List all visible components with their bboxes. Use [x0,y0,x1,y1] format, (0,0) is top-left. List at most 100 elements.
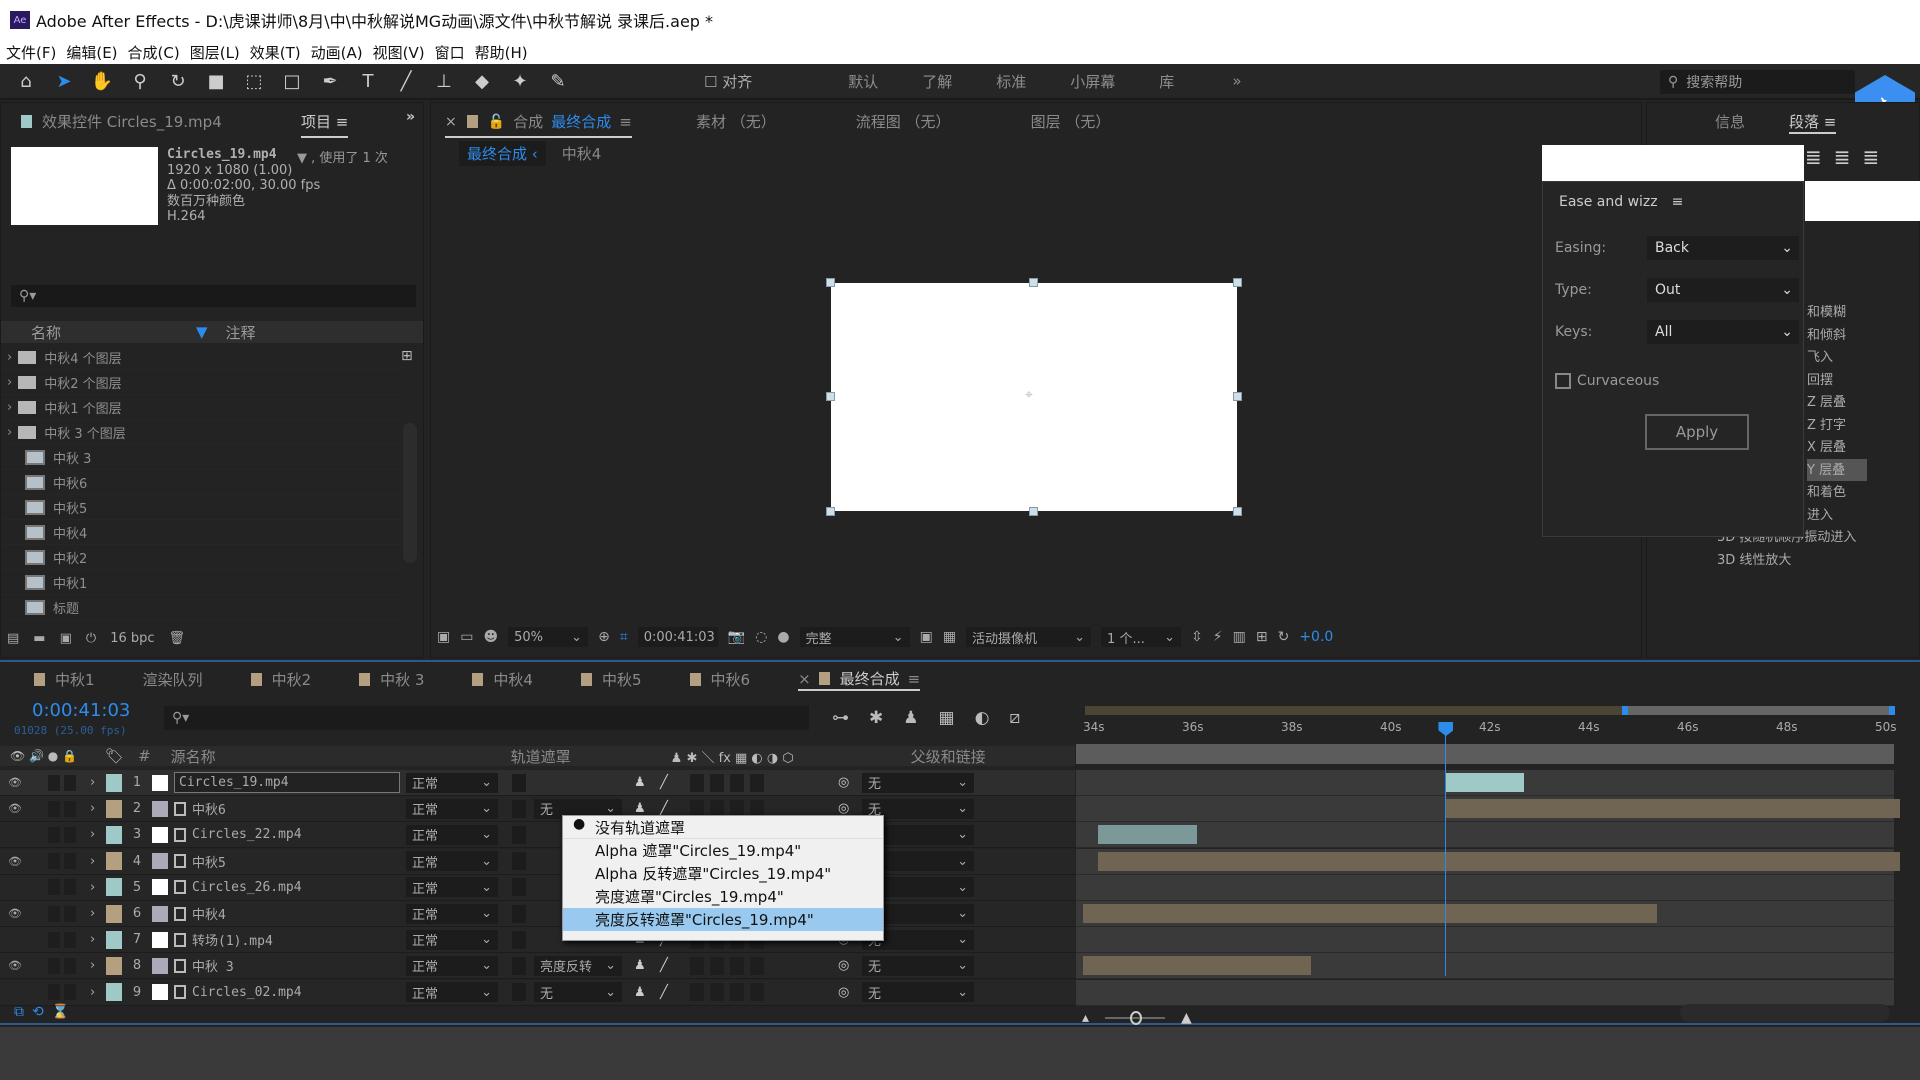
chevron-right-icon[interactable]: › [90,827,106,842]
time-ruler[interactable]: 34s 36s 38s 40s 42s 44s 46s 48s 50s [1076,718,1897,744]
transform-handle[interactable] [826,278,835,287]
matte-toggle[interactable] [512,904,526,923]
panel-overflow-icon[interactable]: » [406,109,415,125]
frame-blend-icon[interactable]: ▦ [939,708,955,728]
pick-whip-icon[interactable]: ◎ [838,775,862,790]
solo-switch[interactable] [48,931,60,948]
effect-preset-item[interactable]: 回摆 [1807,369,1920,392]
layer-name[interactable]: 中秋6 [192,799,400,818]
eraser-tool-icon[interactable]: ◆ [470,71,494,92]
project-item[interactable]: › 中秋4 个图层 [1,345,401,370]
lock-switch[interactable] [64,853,76,870]
mask-icon[interactable]: ☻ [483,629,498,645]
work-area-bar[interactable] [1076,744,1894,764]
project-item[interactable]: 中秋4 [1,520,401,545]
proxy-icon[interactable]: ⏻ [86,631,96,646]
comp-settings-icon[interactable]: ⧉ [14,1004,24,1020]
transform-handle[interactable] [1233,278,1242,287]
rectangle-tool-icon[interactable]: □ [280,71,304,92]
new-comp-icon[interactable]: ▣ [60,631,72,646]
transform-handle[interactable] [1029,278,1038,287]
column-name[interactable]: 名称 [31,322,196,343]
blend-mode-dropdown[interactable]: 正常 ⌄ [406,851,498,872]
project-item[interactable]: › 中秋 3 个图层 [1,420,401,445]
timeline-tab[interactable]: 中秋2 [250,669,311,690]
trash-icon[interactable]: 🗑 [169,631,186,646]
matte-toggle[interactable] [512,930,526,949]
composition-canvas[interactable]: ⌖ [826,278,1242,516]
lock-switch[interactable] [64,984,76,1001]
render-time-icon[interactable]: ⌛ [52,1004,69,1020]
matte-menu-item[interactable]: Alpha 遮罩"Circles_19.mp4" [563,839,883,862]
layer-name[interactable]: 中秋 3 [192,956,400,975]
show-snapshot-icon[interactable]: ◌ [755,629,767,645]
render-icon[interactable]: ⟲ [32,1004,44,1020]
pixel-aspect-icon[interactable]: ⇳ [1191,629,1203,645]
quality-switch-icon[interactable]: ╱ [660,985,690,1000]
pen-tool-icon[interactable]: ✒ [318,71,342,92]
transform-handle[interactable] [1233,392,1242,401]
eye-icon[interactable]: 👁 [0,959,30,972]
brush-tool-icon[interactable]: ╱ [394,71,418,92]
timeline-tab[interactable]: 中秋5 [580,669,642,690]
timeline-tab[interactable]: 渲染队列 [143,669,203,690]
blend-mode-dropdown[interactable]: 正常 ⌄ [406,824,498,845]
workspace-tab[interactable]: 标准 [996,71,1026,92]
chevron-right-icon[interactable]: › [90,906,106,921]
track-matte-dropdown[interactable]: 亮度反转 ⌄ [534,955,622,976]
lock-switch[interactable] [64,905,76,922]
quality-switch-icon[interactable]: ╱ [660,775,690,790]
lock-switch[interactable] [64,931,76,948]
chevron-right-icon[interactable]: › [90,985,106,1000]
keys-dropdown[interactable]: All ⌄ [1647,320,1799,344]
layer-duration-bar[interactable] [1445,773,1524,792]
workspace-tab[interactable]: 默认 [848,71,878,92]
project-item[interactable]: 中秋1 [1,570,401,595]
new-folder-icon[interactable]: ▬ [33,631,45,646]
transparency-grid-icon[interactable]: ▦ [943,629,956,645]
display-icon[interactable]: ▭ [460,629,473,645]
matte-toggle[interactable] [512,878,526,897]
layer-row[interactable]: ›7转场(1).mp4正常⌄⌄♟╱◎无⌄ [0,927,1075,954]
matte-toggle[interactable] [512,956,526,975]
solo-switch[interactable] [48,774,60,791]
blend-mode-dropdown[interactable]: 正常 ⌄ [406,877,498,898]
quality-switch-icon[interactable]: ╱ [660,801,690,816]
pick-whip-icon[interactable]: ◎ [838,985,862,1000]
chevron-right-icon[interactable]: › [90,880,106,895]
solo-switch[interactable] [48,826,60,843]
layer-name[interactable]: 中秋5 [192,852,400,871]
resolution-dropdown[interactable]: 完整 ⌄ [799,627,910,647]
layer-name[interactable]: Circles_22.mp4 [192,827,400,842]
layer-track[interactable] [1076,796,1900,823]
camera-dropdown[interactable]: 活动摄像机 ⌄ [966,627,1092,647]
bpc-button[interactable]: 16 bpc [110,631,154,646]
solo-switch[interactable] [48,800,60,817]
search-help-input[interactable]: ⚲ 搜索帮助 [1660,70,1855,94]
zoom-thumb[interactable] [1130,1011,1143,1025]
layer-track[interactable] [1076,822,1894,849]
layer-name[interactable]: Circles_02.mp4 [192,985,400,1000]
effect-preset-item[interactable]: X 层叠 [1807,436,1920,459]
project-item[interactable]: › 中秋2 个图层 [1,370,401,395]
column-parent[interactable]: 父级和链接 [911,746,986,767]
solo-switch[interactable] [48,905,60,922]
solo-switch[interactable] [48,984,60,1001]
tab-info[interactable]: 信息 [1715,111,1745,132]
label-color-swatch[interactable] [106,773,122,792]
solo-switch[interactable] [48,879,60,896]
transform-handle[interactable] [826,507,835,516]
sort-arrow-icon[interactable]: ▼ [196,323,208,341]
effect-preset-item[interactable]: 飞入 [1807,346,1920,369]
shy-icon[interactable]: ♟ [903,708,918,728]
layer-name[interactable]: 中秋4 [192,904,400,923]
stamp-tool-icon[interactable]: ⊥ [432,71,456,92]
effect-preset-item[interactable]: Z 层叠 [1807,391,1920,414]
parent-dropdown[interactable]: 无⌄ [862,982,974,1003]
layer-row[interactable]: ›5Circles_26.mp4正常⌄⌄♟╱◎无⌄ [0,874,1075,901]
viewer-tab[interactable]: 图层 （无） [1031,111,1111,132]
blend-mode-dropdown[interactable]: 正常 ⌄ [406,929,498,950]
menu-item[interactable]: 编辑(E) [66,42,117,63]
matte-menu-item[interactable]: ● 没有轨道遮罩 [563,816,883,839]
rotate-tool-icon[interactable]: ↻ [166,71,190,92]
